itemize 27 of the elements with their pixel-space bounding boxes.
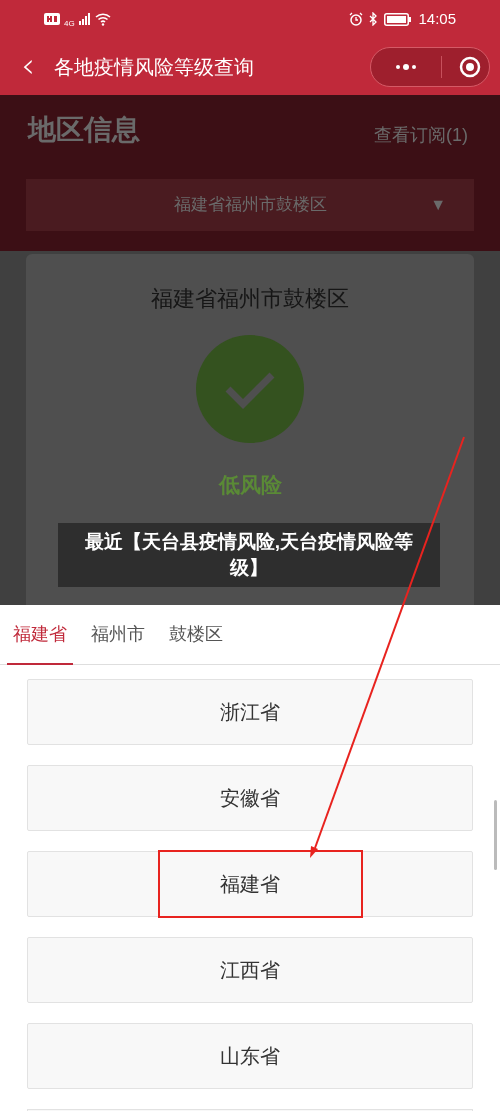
region-tab[interactable]: 福州市 — [85, 605, 151, 665]
page-title: 各地疫情风险等级查询 — [54, 54, 255, 80]
province-option[interactable]: 山东省 — [27, 1023, 473, 1089]
hd-icon — [44, 13, 60, 25]
place-name: 福建省福州市鼓楼区 — [151, 285, 349, 313]
check-icon — [196, 335, 304, 443]
signal-icon — [78, 13, 91, 25]
back-button[interactable]: ‹ — [16, 47, 40, 82]
battery-icon — [384, 12, 413, 26]
region-tab[interactable]: 鼓楼区 — [163, 605, 229, 665]
section-heading: 地区信息 — [26, 113, 140, 147]
caret-icon: ▼ — [430, 193, 446, 217]
caption-banner: 最近【天台县疫情风险,天台疫情风险等级】 — [58, 523, 440, 587]
province-option[interactable]: 江西省 — [27, 937, 473, 1003]
risk-level: 低风险 — [218, 472, 282, 498]
close-icon[interactable] — [459, 55, 481, 78]
scrollbar — [494, 800, 497, 870]
region-tab[interactable]: 福建省 — [7, 605, 73, 665]
network-label: 4G — [64, 20, 75, 28]
province-option[interactable]: 福建省 — [27, 851, 473, 917]
wifi-icon — [94, 12, 111, 26]
bluetooth-icon — [369, 12, 379, 26]
province-option[interactable]: 浙江省 — [27, 679, 473, 745]
clock-time: 14:05 — [418, 8, 456, 29]
province-option[interactable]: 安徽省 — [27, 765, 473, 831]
alarm-icon — [349, 12, 364, 26]
more-icon[interactable] — [395, 63, 417, 70]
